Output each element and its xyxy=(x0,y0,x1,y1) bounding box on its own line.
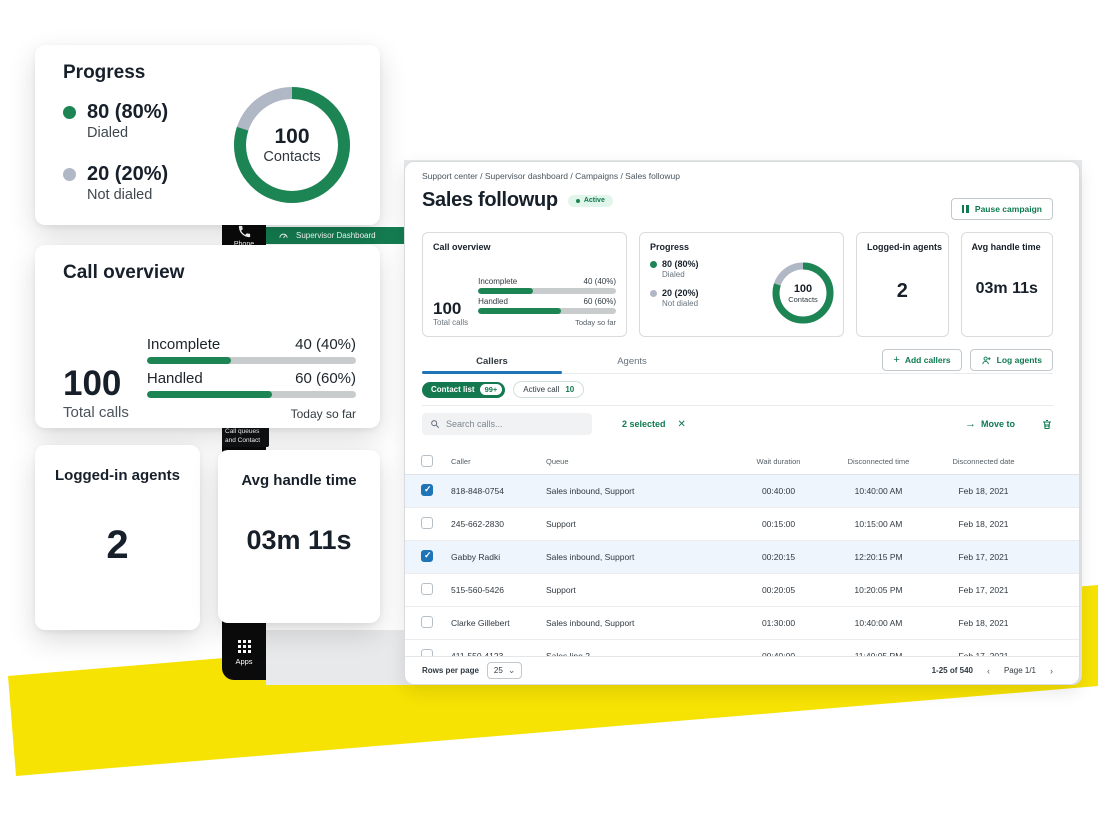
next-page-icon[interactable]: › xyxy=(1050,666,1053,676)
table-row[interactable]: 245-662-2830 Support 00:15:00 10:15:00 A… xyxy=(405,508,1079,541)
page-indicator: Page 1/1 xyxy=(1004,666,1036,675)
trash-icon[interactable] xyxy=(1041,418,1053,431)
row-checkbox[interactable] xyxy=(421,616,433,628)
select-all-checkbox[interactable] xyxy=(421,455,433,467)
card-call-overview: Call overview 100 Total calls Incomplete… xyxy=(422,232,627,337)
dialed-dot-icon xyxy=(650,261,657,268)
table-header-row: Caller Queue Wait duration Disconnected … xyxy=(405,449,1079,475)
table-row[interactable]: Gabby Radki Sales inbound, Support 00:20… xyxy=(405,541,1079,574)
rows-per-page-select[interactable]: 25 ⌄ xyxy=(487,662,522,679)
active-call-chip[interactable]: Active call 10 xyxy=(513,381,584,398)
total-calls-value: 100 xyxy=(433,300,468,318)
call-queues-tooltip: Call queues and Contact xyxy=(222,426,269,447)
clear-selection-icon[interactable]: ✕ xyxy=(678,419,686,430)
campaign-panel: Support center / Supervisor dashboard / … xyxy=(404,161,1080,685)
status-dot-icon xyxy=(576,199,580,203)
agents-value: 2 xyxy=(857,280,948,303)
apps-label: Apps xyxy=(222,657,266,666)
card-title: Call overview xyxy=(423,233,626,252)
overlay-card-avg-handle-time: Avg handle time 03m 11s xyxy=(218,450,380,623)
handle-time-value: 03m 11s xyxy=(218,525,380,556)
handled-bar xyxy=(478,308,616,314)
handled-bar xyxy=(147,391,356,398)
row-checkbox[interactable] xyxy=(421,484,433,496)
row-range: 1-25 of 540 xyxy=(932,666,973,675)
contact-list-count: 99+ xyxy=(480,384,503,395)
dialed-dot-icon xyxy=(63,106,76,119)
tab-callers[interactable]: Callers xyxy=(422,350,562,373)
overlay-card-progress: Progress 80 (80%) Dialed 20 (20%) Not di… xyxy=(35,45,380,225)
move-to-button[interactable]: → Move to xyxy=(965,418,1015,430)
status-badge: Active xyxy=(568,195,613,207)
table-row[interactable]: 818-848-0754 Sales inbound, Support 00:4… xyxy=(405,475,1079,508)
not-dialed-dot-icon xyxy=(650,290,657,297)
marketing-composite: ete Phone Apps Supervisor Dashboard xyxy=(0,0,1110,833)
active-call-count: 10 xyxy=(565,385,574,394)
divider xyxy=(422,405,1053,406)
add-callers-button[interactable]: + Add callers xyxy=(882,349,961,371)
agents-value: 2 xyxy=(35,523,200,568)
row-checkbox[interactable] xyxy=(421,517,433,529)
plus-icon: + xyxy=(893,355,899,365)
card-logged-in-agents: Logged-in agents 2 xyxy=(856,232,949,337)
row-checkbox[interactable] xyxy=(421,583,433,595)
metric-cards-row: Call overview 100 Total calls Incomplete… xyxy=(422,232,1053,337)
not-dialed-dot-icon xyxy=(63,168,76,181)
incomplete-bar xyxy=(478,288,616,294)
table-body: 818-848-0754 Sales inbound, Support 00:4… xyxy=(405,475,1079,658)
rows-per-page-label: Rows per page xyxy=(422,666,479,675)
person-plus-icon xyxy=(981,355,992,366)
search-input[interactable] xyxy=(446,419,566,429)
card-title: Progress xyxy=(63,62,145,84)
page-title: Sales followup xyxy=(422,189,558,212)
dashboard-gauge-icon xyxy=(278,230,289,241)
total-calls-label: Total calls xyxy=(433,318,468,327)
card-footnote: Today so far xyxy=(478,318,616,327)
table-row[interactable]: 515-560-5426 Support 00:20:05 10:20:05 P… xyxy=(405,574,1079,607)
card-title: Logged-in agents xyxy=(857,233,948,252)
active-item-label: Supervisor Dashboard xyxy=(296,231,376,240)
search-icon xyxy=(430,419,440,429)
chevron-down-icon: ⌄ xyxy=(508,665,516,676)
card-footnote: Today so far xyxy=(147,407,356,421)
overlay-card-logged-in-agents: Logged-in agents 2 xyxy=(35,445,200,630)
row-checkbox[interactable] xyxy=(421,550,433,562)
selected-count: 2 selected xyxy=(622,419,666,429)
search-box[interactable] xyxy=(422,413,592,435)
card-title: Progress xyxy=(640,233,843,252)
breadcrumb[interactable]: Support center / Supervisor dashboard / … xyxy=(422,171,680,181)
card-avg-handle-time: Avg handle time 03m 11s xyxy=(961,232,1054,337)
overlay-card-call-overview: Call overview 100 Total calls Incomplete… xyxy=(35,245,380,428)
card-title: Avg handle time xyxy=(962,233,1053,252)
sidebar-item-apps[interactable]: Apps xyxy=(222,640,266,666)
contact-list-chip[interactable]: Contact list 99+ xyxy=(422,382,505,398)
pause-campaign-button[interactable]: Pause campaign xyxy=(951,198,1053,220)
phone-icon xyxy=(237,224,252,239)
prev-page-icon[interactable]: ‹ xyxy=(987,666,990,676)
progress-donut-chart: 100 Contacts xyxy=(233,86,351,204)
progress-donut-chart: 100 Contacts xyxy=(771,261,835,325)
card-progress: Progress 80 (80%) Dialed 20 (20%) Not di… xyxy=(639,232,844,337)
tab-agents[interactable]: Agents xyxy=(562,350,702,373)
incomplete-bar xyxy=(147,357,356,364)
sidebar-item-supervisor-dashboard[interactable]: Supervisor Dashboard xyxy=(266,227,404,244)
card-title: Logged-in agents xyxy=(35,467,200,484)
total-calls-value: 100 xyxy=(63,366,129,402)
pause-icon xyxy=(962,205,969,213)
table-footer: Rows per page 25 ⌄ 1-25 of 540 ‹ Page 1/… xyxy=(405,656,1079,684)
handle-time-value: 03m 11s xyxy=(962,280,1053,298)
total-calls-label: Total calls xyxy=(63,404,129,421)
card-title: Avg handle time xyxy=(218,472,380,489)
card-title: Call overview xyxy=(63,262,184,284)
apps-grid-icon xyxy=(238,640,251,653)
log-agents-button[interactable]: Log agents xyxy=(970,349,1053,371)
table-row[interactable]: Clarke Gillebert Sales inbound, Support … xyxy=(405,607,1079,640)
arrow-right-icon: → xyxy=(965,418,976,430)
